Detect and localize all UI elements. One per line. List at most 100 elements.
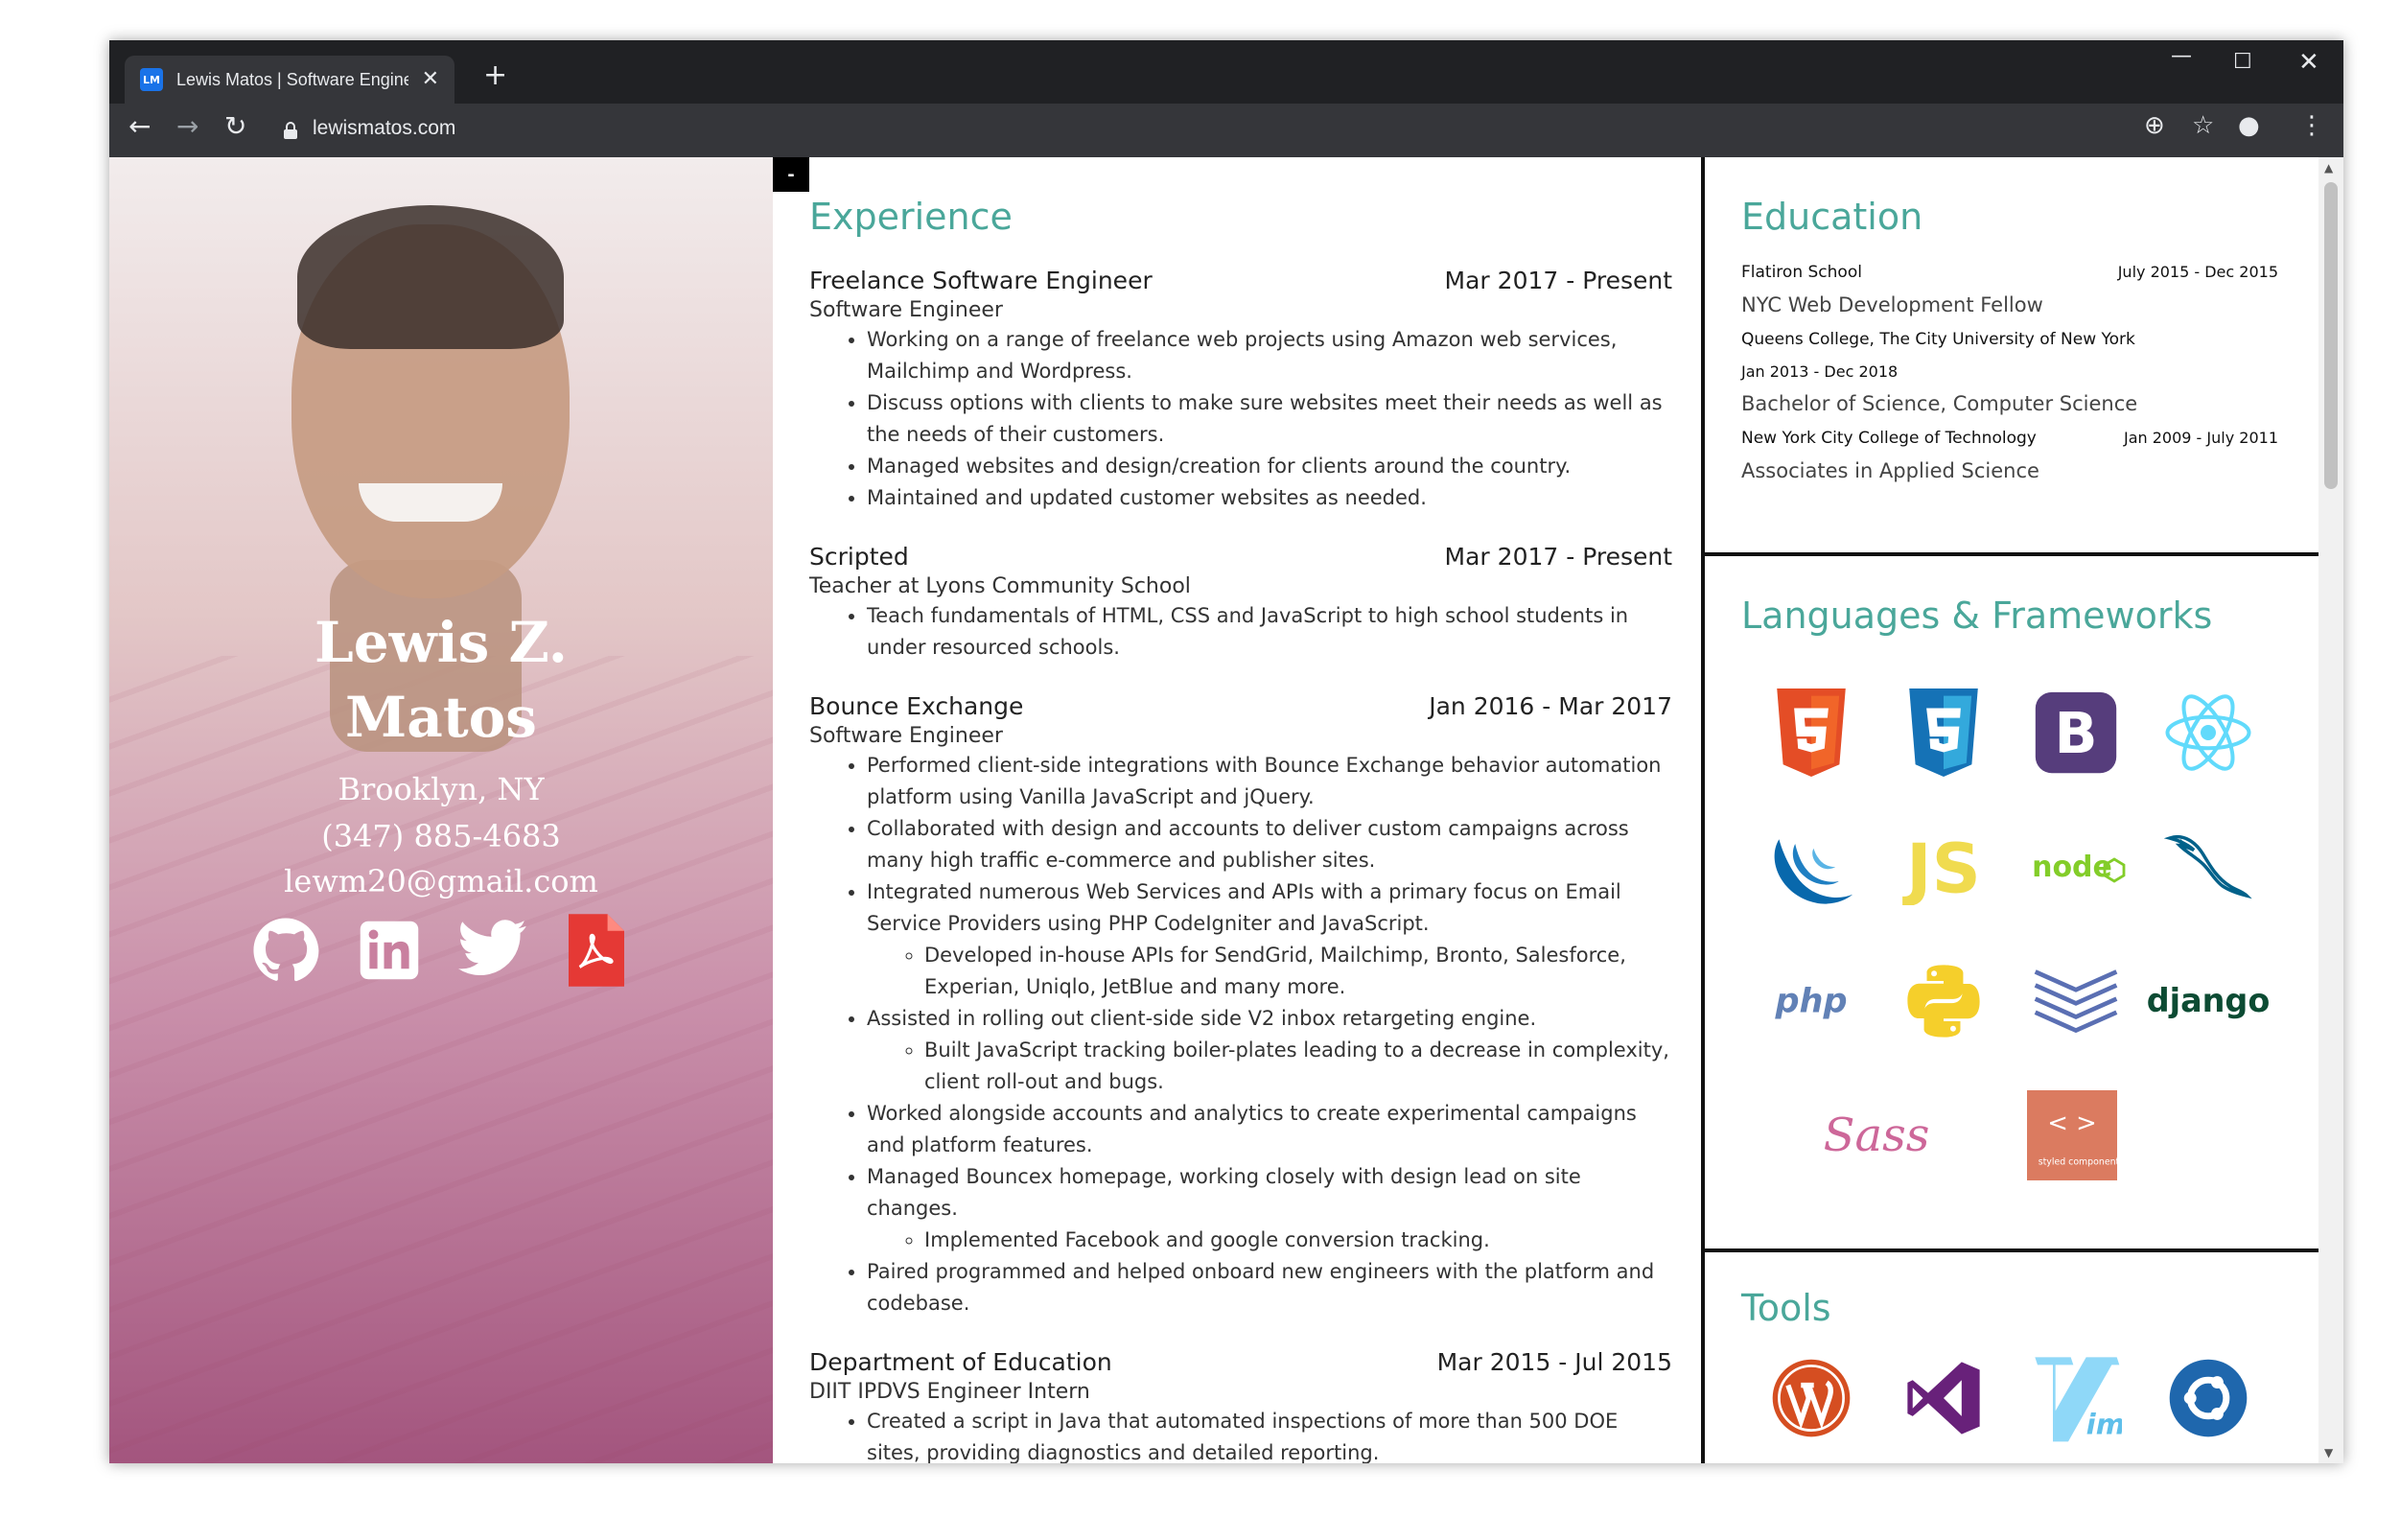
job-dates: Jan 2016 - Mar 2017	[1429, 692, 1672, 720]
job-bullet: Performed client-side integrations with …	[867, 750, 1672, 813]
profile-photo-smile	[359, 483, 502, 522]
tab-bar: LM Lewis Matos | Software Engineer ✕ + —…	[109, 40, 2343, 104]
job-company: Freelance Software Engineer	[809, 267, 1153, 294]
reload-icon[interactable]: ↻	[224, 113, 246, 140]
profile-email[interactable]: lewm20@gmail.com	[109, 863, 773, 899]
profile-name-last: Matos	[345, 685, 537, 750]
job-sub-bullet: Implemented Facebook and google conversi…	[924, 1225, 1672, 1256]
browser-tab[interactable]: LM Lewis Matos | Software Engineer ✕	[125, 56, 454, 104]
svg-text:styled components: styled components	[2039, 1157, 2117, 1168]
education-title: Education	[1741, 196, 1923, 238]
back-icon[interactable]: ←	[128, 113, 151, 140]
profile-panel: Lewis Z. Matos Brooklyn, NY (347) 885-46…	[109, 157, 773, 1463]
section-divider	[1705, 1248, 2318, 1252]
sass-icon: Sass	[1810, 1087, 1943, 1183]
star-icon[interactable]: ☆	[2192, 113, 2214, 138]
experience-title: Experience	[809, 196, 1013, 238]
profile-photo-hair	[297, 205, 564, 349]
job-role: DIIT IPDVS Engineer Intern	[809, 1380, 1090, 1404]
page-viewport: Lewis Z. Matos Brooklyn, NY (347) 885-46…	[109, 157, 2343, 1463]
scroll-up-icon[interactable]: ▲	[2324, 161, 2333, 175]
section-divider	[1705, 552, 2318, 556]
job-bullet: Maintained and updated customer websites…	[867, 482, 1672, 514]
toggle-panel-button[interactable]: -	[773, 157, 809, 192]
job-bullet: Managed Bouncex homepage, working closel…	[867, 1161, 1672, 1256]
react-icon	[2142, 685, 2274, 781]
javascript-icon: JS	[1877, 819, 2010, 915]
job-bullet: Assisted in rolling out client-side side…	[867, 1003, 1672, 1098]
edu-school: New York City College of Technology	[1741, 429, 2037, 448]
job-bullet-text: Integrated numerous Web Services and API…	[867, 880, 1621, 935]
close-tab-icon[interactable]: ✕	[422, 69, 439, 90]
job-bullet: Managed websites and design/creation for…	[867, 451, 1672, 482]
svg-text:Sass: Sass	[1824, 1108, 1930, 1162]
svg-text:< >: < >	[2047, 1108, 2097, 1137]
visual-studio-icon	[1877, 1350, 2010, 1446]
job-bullet: Integrated numerous Web Services and API…	[867, 876, 1672, 1003]
job-bullet-text: Assisted in rolling out client-side side…	[867, 1007, 1537, 1030]
job-bullet: Created a script in Java that automated …	[867, 1406, 1672, 1463]
job-sub-bullet: Built JavaScript tracking boiler-plates …	[924, 1035, 1672, 1098]
minimize-icon[interactable]: —	[2171, 44, 2192, 68]
maximize-icon[interactable]: ☐	[2233, 50, 2252, 74]
edu-dates: July 2015 - Dec 2015	[2117, 263, 2278, 281]
new-tab-icon[interactable]: +	[483, 61, 507, 90]
job-entry: Freelance Software Engineer Mar 2017 - Pr…	[809, 267, 1672, 514]
scrollbar[interactable]: ▲ ▼	[2318, 157, 2343, 1463]
social-links	[109, 914, 773, 987]
education-section: Education Flatiron School July 2015 - Dec…	[1741, 196, 2278, 482]
profile-location: Brooklyn, NY	[338, 771, 545, 807]
skills-column: Education Flatiron School July 2015 - Dec…	[1705, 157, 2318, 1463]
edu-degree: NYC Web Development Fellow	[1741, 293, 2043, 316]
profile-icon[interactable]: ●	[2238, 113, 2260, 138]
job-bullet: Discuss options with clients to make sur…	[867, 387, 1672, 451]
jquery-icon	[1745, 819, 1877, 915]
scroll-down-icon[interactable]: ▼	[2324, 1446, 2333, 1459]
edu-school: Queens College, The City University of N…	[1741, 330, 2135, 349]
php-icon: php	[1745, 953, 1877, 1049]
linkedin-icon[interactable]	[354, 915, 425, 986]
edu-school: Flatiron School	[1741, 263, 1862, 282]
languages-title: Languages & Frameworks	[1741, 595, 2213, 637]
edu-degree: Associates in Applied Science	[1741, 459, 2039, 482]
profile-phone: (347) 885-4683	[321, 818, 561, 854]
favicon-icon: LM	[140, 68, 163, 91]
job-bullet: Worked alongside accounts and analytics …	[867, 1098, 1672, 1161]
lock-icon[interactable]	[284, 122, 297, 139]
job-bullet-text: Managed Bouncex homepage, working closel…	[867, 1165, 1581, 1220]
scroll-thumb[interactable]	[2324, 182, 2338, 489]
python-icon	[1877, 953, 2010, 1049]
job-dates: Mar 2017 - Present	[1444, 543, 1672, 571]
styled-components-icon: < > styled components	[2006, 1087, 2138, 1183]
svg-text:im: im	[2086, 1408, 2122, 1440]
tab-title: Lewis Matos | Software Engineer	[176, 69, 408, 89]
job-dates: Mar 2017 - Present	[1444, 267, 1672, 294]
svg-text:django: django	[2147, 982, 2271, 1019]
job-role: Software Engineer	[809, 298, 1003, 322]
job-entry: Scripted Mar 2017 - Present Teacher at Ly…	[809, 543, 1672, 664]
job-dates: Mar 2015 - Jul 2015	[1436, 1348, 1672, 1376]
window-close-icon[interactable]: ✕	[2298, 48, 2319, 77]
browser-toolbar: ← → ↻ lewismatos.com ⊕ ☆ ● ⋮	[109, 104, 2343, 157]
browser-window: LM Lewis Matos | Software Engineer ✕ + —…	[109, 40, 2343, 1463]
menu-icon[interactable]: ⋮	[2299, 113, 2324, 138]
job-company: Bounce Exchange	[809, 692, 1024, 720]
edu-dates: Jan 2013 - Dec 2018	[1741, 362, 1899, 381]
job-company: Department of Education	[809, 1348, 1112, 1376]
job-bullet: Collaborated with design and accounts to…	[867, 813, 1672, 876]
forward-icon[interactable]: →	[176, 113, 198, 140]
tools-grid: im	[1745, 1350, 2274, 1446]
github-icon[interactable]	[250, 915, 321, 986]
svg-text:php: php	[1774, 983, 1847, 1021]
edu-dates: Jan 2009 - July 2011	[2124, 429, 2278, 447]
job-bullet: Teach fundamentals of HTML, CSS and Java…	[867, 600, 1672, 664]
pdf-icon[interactable]	[561, 914, 632, 987]
bootstrap-icon: B	[2010, 685, 2142, 781]
twitter-icon[interactable]	[457, 915, 528, 986]
job-company: Scripted	[809, 543, 909, 571]
add-icon[interactable]: ⊕	[2144, 113, 2165, 138]
wordpress-icon	[1745, 1350, 1877, 1446]
html5-icon	[1745, 685, 1877, 781]
svg-text:node: node	[2032, 851, 2112, 884]
address-bar[interactable]: lewismatos.com	[313, 117, 455, 140]
